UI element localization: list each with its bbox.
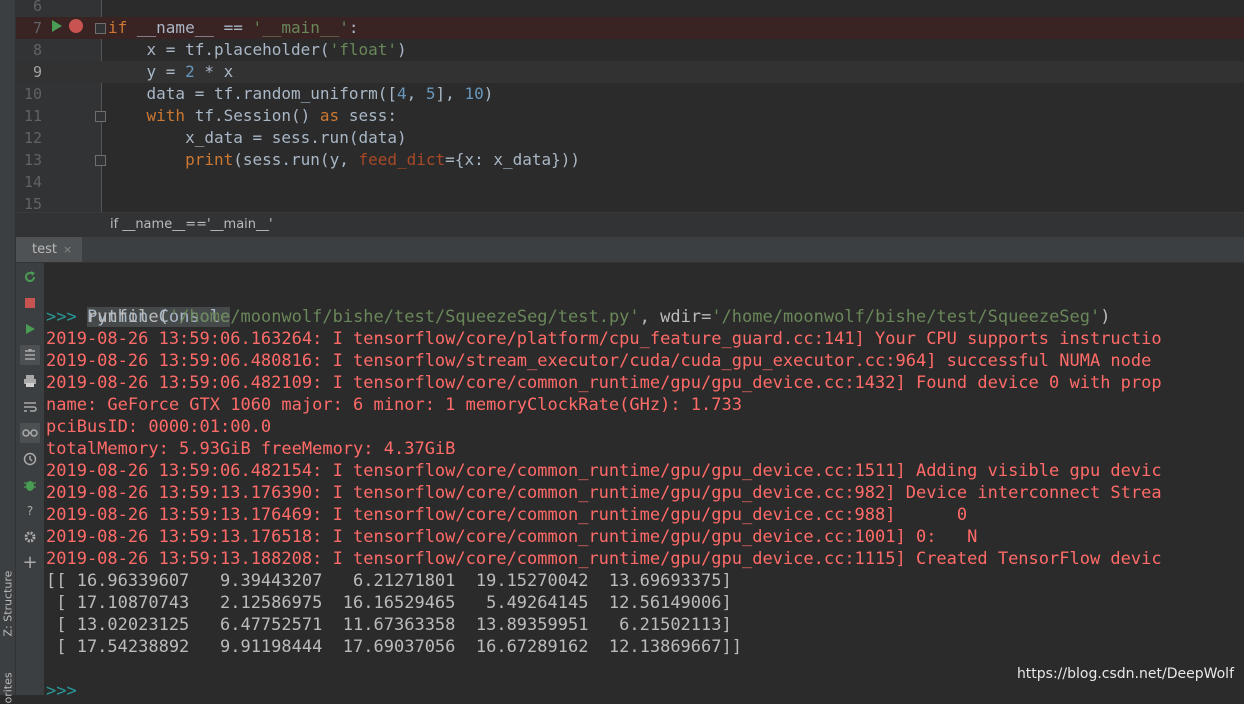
favorites-tool-tab[interactable]: orites (1, 652, 16, 703)
line-number: 6 (32, 0, 42, 15)
code-text: ={x: x_data})) (445, 150, 581, 169)
keyword-with: with (108, 106, 186, 125)
line-number: 15 (23, 195, 42, 212)
log-line: 2019-08-26 13:59:13.176469: I tensorflow… (46, 505, 968, 525)
settings-icon[interactable] (20, 527, 40, 547)
code-text: , (406, 84, 426, 103)
log-line: name: GeForce GTX 1060 major: 6 minor: 1… (46, 395, 742, 415)
code-line-14: 14 (16, 171, 1244, 193)
help-icon[interactable]: ? (20, 501, 40, 521)
code-line-13: 13 print(sess.run(y, feed_dict={x: x_dat… (16, 149, 1244, 171)
line-number: 9 (32, 63, 42, 81)
code-text: x_data = sess.run(data) (108, 128, 407, 147)
code-text: sess: (339, 106, 397, 125)
stop-icon[interactable] (20, 293, 40, 313)
code-line-10: 10 data = tf.random_uniform([4, 5], 10) (16, 83, 1244, 105)
debug-icon[interactable] (20, 475, 40, 495)
fold-marker-icon[interactable] (95, 155, 106, 166)
code-editor[interactable]: 6 7 if __name__ == '__main__': 8 x = tf.… (16, 0, 1244, 212)
number-token: 4 (396, 84, 407, 103)
tab-test[interactable]: test × (16, 237, 83, 262)
builtin-print: print (108, 150, 234, 169)
show-variables-icon[interactable] (20, 423, 40, 443)
line-number: 13 (23, 151, 42, 169)
string-main: '__main__' (252, 18, 349, 37)
line-number: 8 (32, 41, 42, 59)
runfile-wdir-arg: , wdir= (639, 307, 712, 327)
colon-token: : (348, 18, 359, 37)
line-number: 10 (23, 85, 42, 103)
runfile-path: '/home/moonwolf/bishe/test/SqueezeSeg/te… (168, 307, 640, 327)
code-line-8: 8 x = tf.placeholder('float') (16, 39, 1244, 61)
line-number: 14 (23, 173, 42, 191)
run-icon[interactable] (20, 319, 40, 339)
run-gutter-icon[interactable] (52, 20, 62, 32)
runfile-close: ) (1100, 307, 1111, 327)
soft-wrap-icon[interactable] (20, 397, 40, 417)
runfile-line: >>> runfile('/home/moonwolf/bishe/test/S… (46, 306, 1111, 328)
scroll-to-end-icon[interactable] (20, 345, 40, 365)
output-line: [ 17.10870743 2.12586975 16.16529465 5.4… (46, 593, 732, 613)
python-console[interactable]: Python Console >>> runfile('/home/moonwo… (44, 263, 1244, 695)
code-text: x = tf.placeholder( (108, 40, 330, 59)
keyword-if: if (108, 18, 128, 37)
console-input-prompt[interactable]: >>> (46, 680, 77, 695)
console-toolbar: ? + (16, 263, 44, 695)
log-line: 2019-08-26 13:59:13.176518: I tensorflow… (46, 527, 978, 547)
rerun-icon[interactable] (20, 267, 40, 287)
log-line: 2019-08-26 13:59:06.480816: I tensorflow… (46, 351, 1152, 371)
code-line-7: 7 if __name__ == '__main__': (16, 17, 1244, 39)
code-text: tf.Session() (185, 106, 320, 125)
log-line: 2019-08-26 13:59:06.163264: I tensorflow… (46, 329, 1162, 349)
log-line: 2019-08-26 13:59:06.482109: I tensorflow… (46, 373, 1162, 393)
console-prompt: >>> (46, 307, 77, 327)
log-line: totalMemory: 5.93GiB freeMemory: 4.37GiB (46, 439, 456, 459)
code-text: (sess.run(y, (233, 150, 359, 169)
code-text: ) (483, 84, 494, 103)
code-text: y = (108, 62, 186, 81)
log-line: 2019-08-26 13:59:13.188208: I tensorflow… (46, 549, 1162, 569)
number-token: 2 (185, 62, 195, 81)
output-line: [ 17.54238892 9.91198444 17.69037056 16.… (46, 637, 742, 657)
code-line-15: 15 (16, 193, 1244, 212)
fold-marker-icon[interactable] (95, 23, 106, 34)
output-line: [[ 16.96339607 9.39443207 6.21271801 19.… (46, 571, 732, 591)
number-token: 10 (464, 84, 484, 103)
code-line-11: 11 with tf.Session() as sess: (16, 105, 1244, 127)
code-line-6: 6 (16, 0, 1244, 17)
print-icon[interactable] (20, 371, 40, 391)
log-line: 2019-08-26 13:59:13.176390: I tensorflow… (46, 483, 1162, 503)
line-number: 11 (23, 107, 42, 125)
param-feed-dict: feed_dict (358, 150, 446, 169)
line-number: 7 (32, 19, 42, 37)
structure-tool-tab[interactable]: Z: Structure (1, 545, 16, 637)
fold-marker-icon[interactable] (95, 111, 106, 122)
runfile-wdir: '/home/moonwolf/bishe/test/SqueezeSeg' (711, 307, 1101, 327)
watermark: https://blog.csdn.net/DeepWolf (1016, 666, 1234, 682)
code-text: ) (397, 40, 407, 59)
history-icon[interactable] (20, 449, 40, 469)
add-icon[interactable]: + (20, 553, 40, 573)
run-tab-bar: test × (16, 237, 1244, 263)
breadcrumb[interactable]: if __name__=='__main__' (110, 217, 273, 232)
left-tool-strip: Z: Structure orites (0, 0, 16, 704)
number-token: 5 (425, 84, 436, 103)
name-token: __name__ == (127, 18, 253, 37)
breadcrumb-bar: if __name__=='__main__' (16, 212, 1244, 237)
code-text: * x (194, 62, 234, 81)
line-number: 12 (23, 129, 42, 147)
close-icon[interactable]: × (63, 243, 72, 256)
code-text: ], (435, 84, 465, 103)
tab-label: test (32, 242, 57, 257)
code-line-12: 12 x_data = sess.run(data) (16, 127, 1244, 149)
log-line: 2019-08-26 13:59:06.482154: I tensorflow… (46, 461, 1162, 481)
string-float: 'float' (329, 40, 397, 59)
keyword-as: as (319, 106, 340, 125)
code-line-9: 9 y = 2 * x (16, 61, 1244, 83)
log-line: pciBusID: 0000:01:00.0 (46, 417, 272, 437)
code-text: data = tf.random_uniform([ (108, 84, 397, 103)
breakpoint-icon[interactable] (69, 19, 83, 33)
output-line: [ 13.02023125 6.47752571 11.67363358 13.… (46, 615, 732, 635)
runfile-call: runfile( (76, 307, 169, 327)
